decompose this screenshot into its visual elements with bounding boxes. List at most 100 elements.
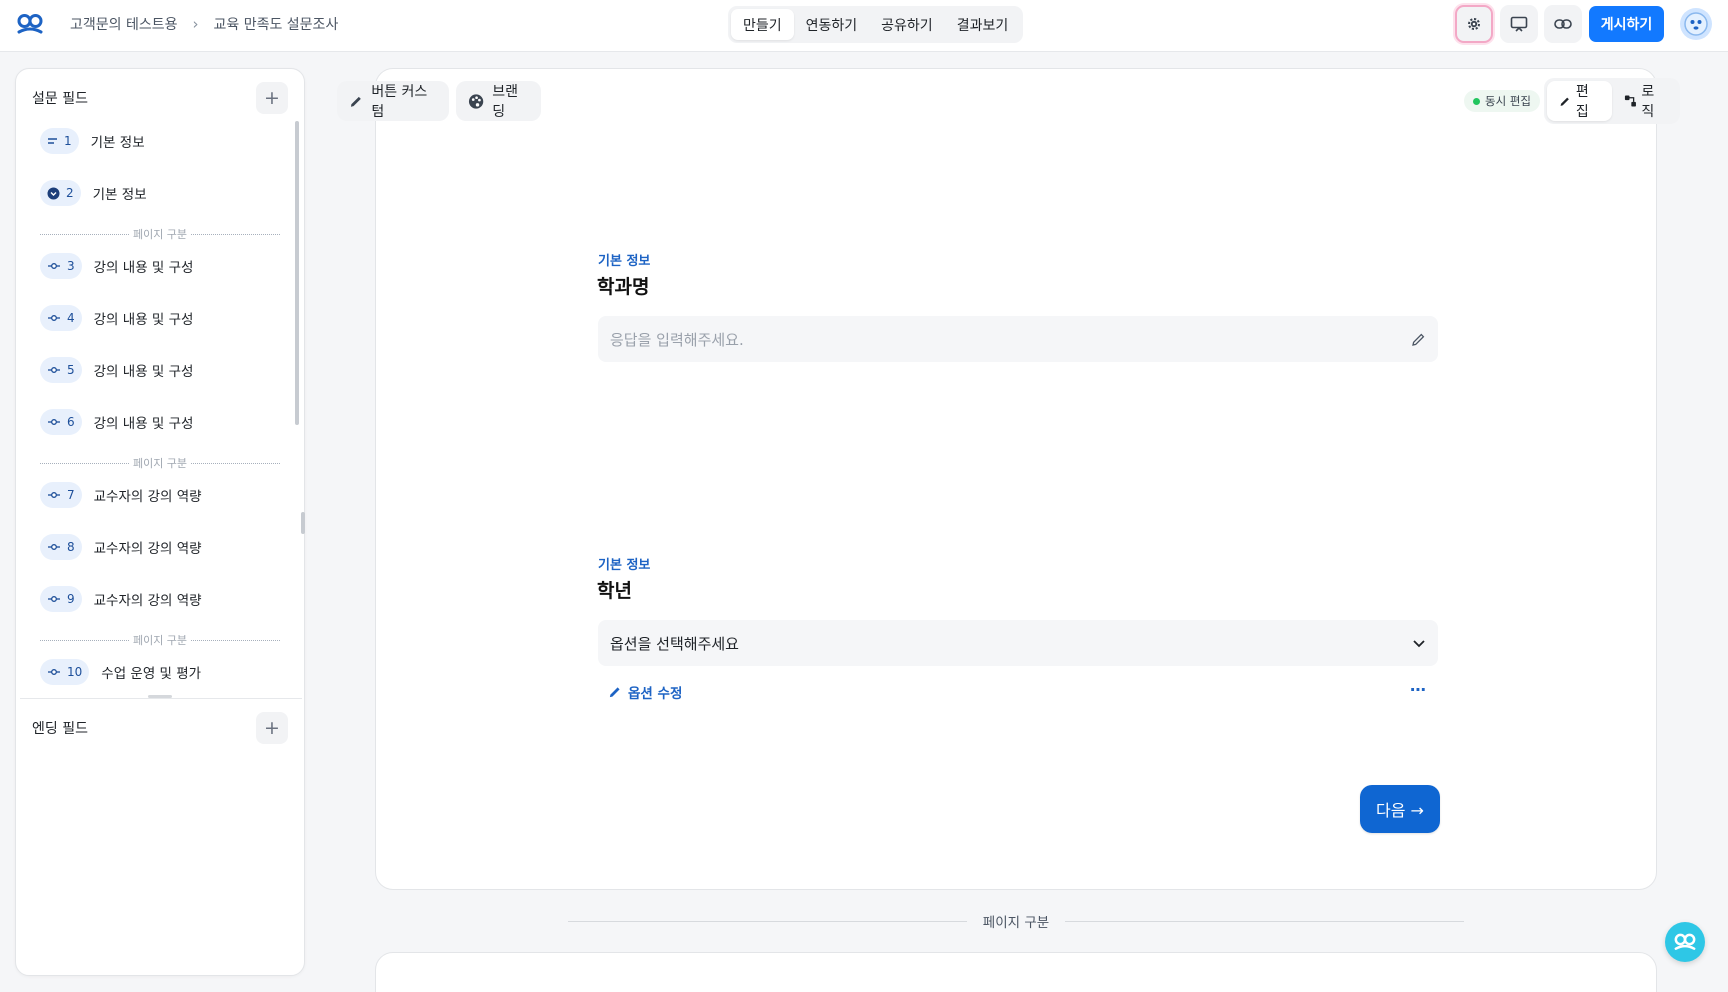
avatar[interactable] — [1680, 8, 1712, 40]
scale-icon — [48, 315, 60, 321]
field-item-1[interactable]: 1 기본 정보 — [40, 121, 288, 161]
field-item-6[interactable]: 6 강의 내용 및 구성 — [40, 402, 288, 442]
field-label: 교수자의 강의 역량 — [93, 593, 202, 609]
panel-resize-handle[interactable] — [301, 512, 305, 534]
survey-page-card — [375, 68, 1657, 890]
next-page-card — [375, 952, 1657, 992]
field-number: 8 — [67, 540, 75, 554]
breadcrumb-survey[interactable]: 교육 만족도 설문조사 — [214, 14, 339, 34]
field-item-5[interactable]: 5 강의 내용 및 구성 — [40, 350, 288, 390]
breadcrumb-workspace[interactable]: 고객문의 테스트용 — [70, 14, 178, 34]
field-number: 6 — [67, 415, 75, 429]
logo-icon — [1674, 933, 1696, 950]
field-item-3[interactable]: 3 강의 내용 및 구성 — [40, 246, 288, 286]
survey-fields-title: 설문 필드 — [32, 91, 88, 107]
section-divider — [20, 698, 302, 699]
select-placeholder: 옵션을 선택해주세요 — [610, 634, 739, 653]
page-divider: 페이지 구분 — [40, 456, 281, 470]
field-label: 강의 내용 및 구성 — [93, 260, 194, 276]
sidebar-scrollbar[interactable] — [295, 121, 299, 425]
question-title[interactable]: 학과명 — [597, 272, 649, 299]
tab-results[interactable]: 결과보기 — [945, 9, 1021, 40]
chevron-down-icon — [1413, 639, 1425, 647]
field-badge: 6 — [40, 409, 82, 435]
page-divider-label: 페이지 구분 — [132, 457, 188, 470]
button-custom-button[interactable]: 버튼 커스텀 — [337, 81, 449, 121]
help-chat-button[interactable] — [1665, 922, 1705, 962]
field-number: 7 — [67, 488, 75, 502]
field-number: 2 — [66, 186, 74, 200]
settings-button[interactable] — [1455, 5, 1493, 43]
preview-button[interactable] — [1500, 5, 1538, 43]
next-button[interactable]: 다음 → — [1360, 785, 1440, 833]
scale-icon — [48, 367, 60, 373]
main-tabs: 만들기 연동하기 공유하기 결과보기 — [728, 6, 1024, 43]
add-ending-field-button[interactable]: + — [256, 712, 288, 744]
option-select[interactable]: 옵션을 선택해주세요 — [598, 620, 1438, 666]
copy-link-button[interactable] — [1544, 5, 1582, 43]
field-item-2[interactable]: 2 기본 정보 — [40, 173, 288, 213]
scale-icon — [48, 544, 60, 550]
field-badge: 7 — [40, 482, 82, 508]
tab-integrate[interactable]: 연동하기 — [794, 9, 870, 40]
publish-button[interactable]: 게시하기 — [1589, 6, 1664, 42]
field-label: 수업 운영 및 평가 — [101, 666, 202, 682]
scale-icon — [48, 596, 60, 602]
field-label: 교수자의 강의 역량 — [93, 541, 202, 557]
page-divider-label: 페이지 구분 — [132, 634, 188, 647]
page-break: 페이지 구분 — [568, 912, 1464, 931]
live-edit-label: 동시 편집 — [1485, 94, 1531, 108]
scale-icon — [48, 669, 60, 675]
top-bar: 고객문의 테스트용 › 교육 만족도 설문조사 만들기 연동하기 공유하기 결과… — [0, 0, 1728, 52]
scale-icon — [48, 263, 60, 269]
button-custom-label: 버튼 커스텀 — [371, 84, 428, 120]
field-number: 1 — [64, 134, 72, 148]
field-number: 4 — [67, 311, 75, 325]
field-badge: 10 — [40, 659, 90, 685]
field-badge: 9 — [40, 586, 82, 612]
field-item-10[interactable]: 10 수업 운영 및 평가 — [40, 652, 288, 687]
palette-icon — [468, 93, 484, 109]
field-label: 기본 정보 — [92, 187, 147, 203]
add-survey-field-button[interactable]: + — [256, 82, 288, 114]
edit-label: 편집 — [1575, 84, 1589, 120]
tab-logic[interactable]: 로직 — [1612, 81, 1677, 121]
edit-options-button[interactable]: 옵션 수정 — [608, 682, 682, 702]
field-item-7[interactable]: 7 교수자의 강의 역량 — [40, 475, 288, 515]
answer-input[interactable]: 응답을 입력해주세요. — [598, 316, 1438, 362]
edit-options-label: 옵션 수정 — [628, 686, 683, 702]
field-item-9[interactable]: 9 교수자의 강의 역량 — [40, 579, 288, 619]
field-number: 5 — [67, 363, 75, 377]
field-badge: 8 — [40, 534, 82, 560]
answer-placeholder: 응답을 입력해주세요. — [610, 330, 744, 349]
breadcrumb: 고객문의 테스트용 › 교육 만족도 설문조사 — [70, 0, 338, 47]
field-sidebar: 설문 필드 + 1 기본 정보 2 기본 정보 페이지 구분 3 강의 내용 및… — [15, 68, 305, 976]
field-item-8[interactable]: 8 교수자의 강의 역량 — [40, 527, 288, 567]
monitor-icon — [1510, 16, 1528, 32]
field-badge: 4 — [40, 305, 82, 331]
pencil-icon — [609, 687, 620, 698]
pencil-outline-icon[interactable] — [1411, 332, 1426, 347]
page-divider: 페이지 구분 — [40, 227, 281, 241]
field-item-4[interactable]: 4 강의 내용 및 구성 — [40, 298, 288, 338]
field-label: 기본 정보 — [90, 135, 145, 151]
question-title[interactable]: 학년 — [597, 576, 632, 603]
resize-handle[interactable] — [148, 695, 172, 698]
field-number: 3 — [67, 259, 75, 273]
branding-button[interactable]: 브랜딩 — [456, 81, 541, 121]
field-label: 강의 내용 및 구성 — [93, 312, 194, 328]
survey-field-list: 1 기본 정보 2 기본 정보 페이지 구분 3 강의 내용 및 구성 4 강의… — [40, 121, 288, 687]
tab-edit[interactable]: 편집 — [1547, 81, 1612, 121]
survey-fields-header: 설문 필드 + — [32, 81, 288, 115]
question-category: 기본 정보 — [598, 558, 651, 573]
field-badge: 3 — [40, 253, 82, 279]
equals-icon — [48, 138, 57, 144]
tab-share[interactable]: 공유하기 — [869, 9, 945, 40]
live-edit-badge: 동시 편집 — [1464, 90, 1540, 112]
field-badge: 2 — [40, 180, 81, 206]
tab-create[interactable]: 만들기 — [731, 9, 794, 40]
logo-icon[interactable] — [16, 12, 44, 36]
live-status-dot — [1473, 97, 1480, 105]
page-divider-label: 페이지 구분 — [132, 228, 188, 241]
more-options-icon[interactable]: ⋯ — [1410, 680, 1427, 699]
